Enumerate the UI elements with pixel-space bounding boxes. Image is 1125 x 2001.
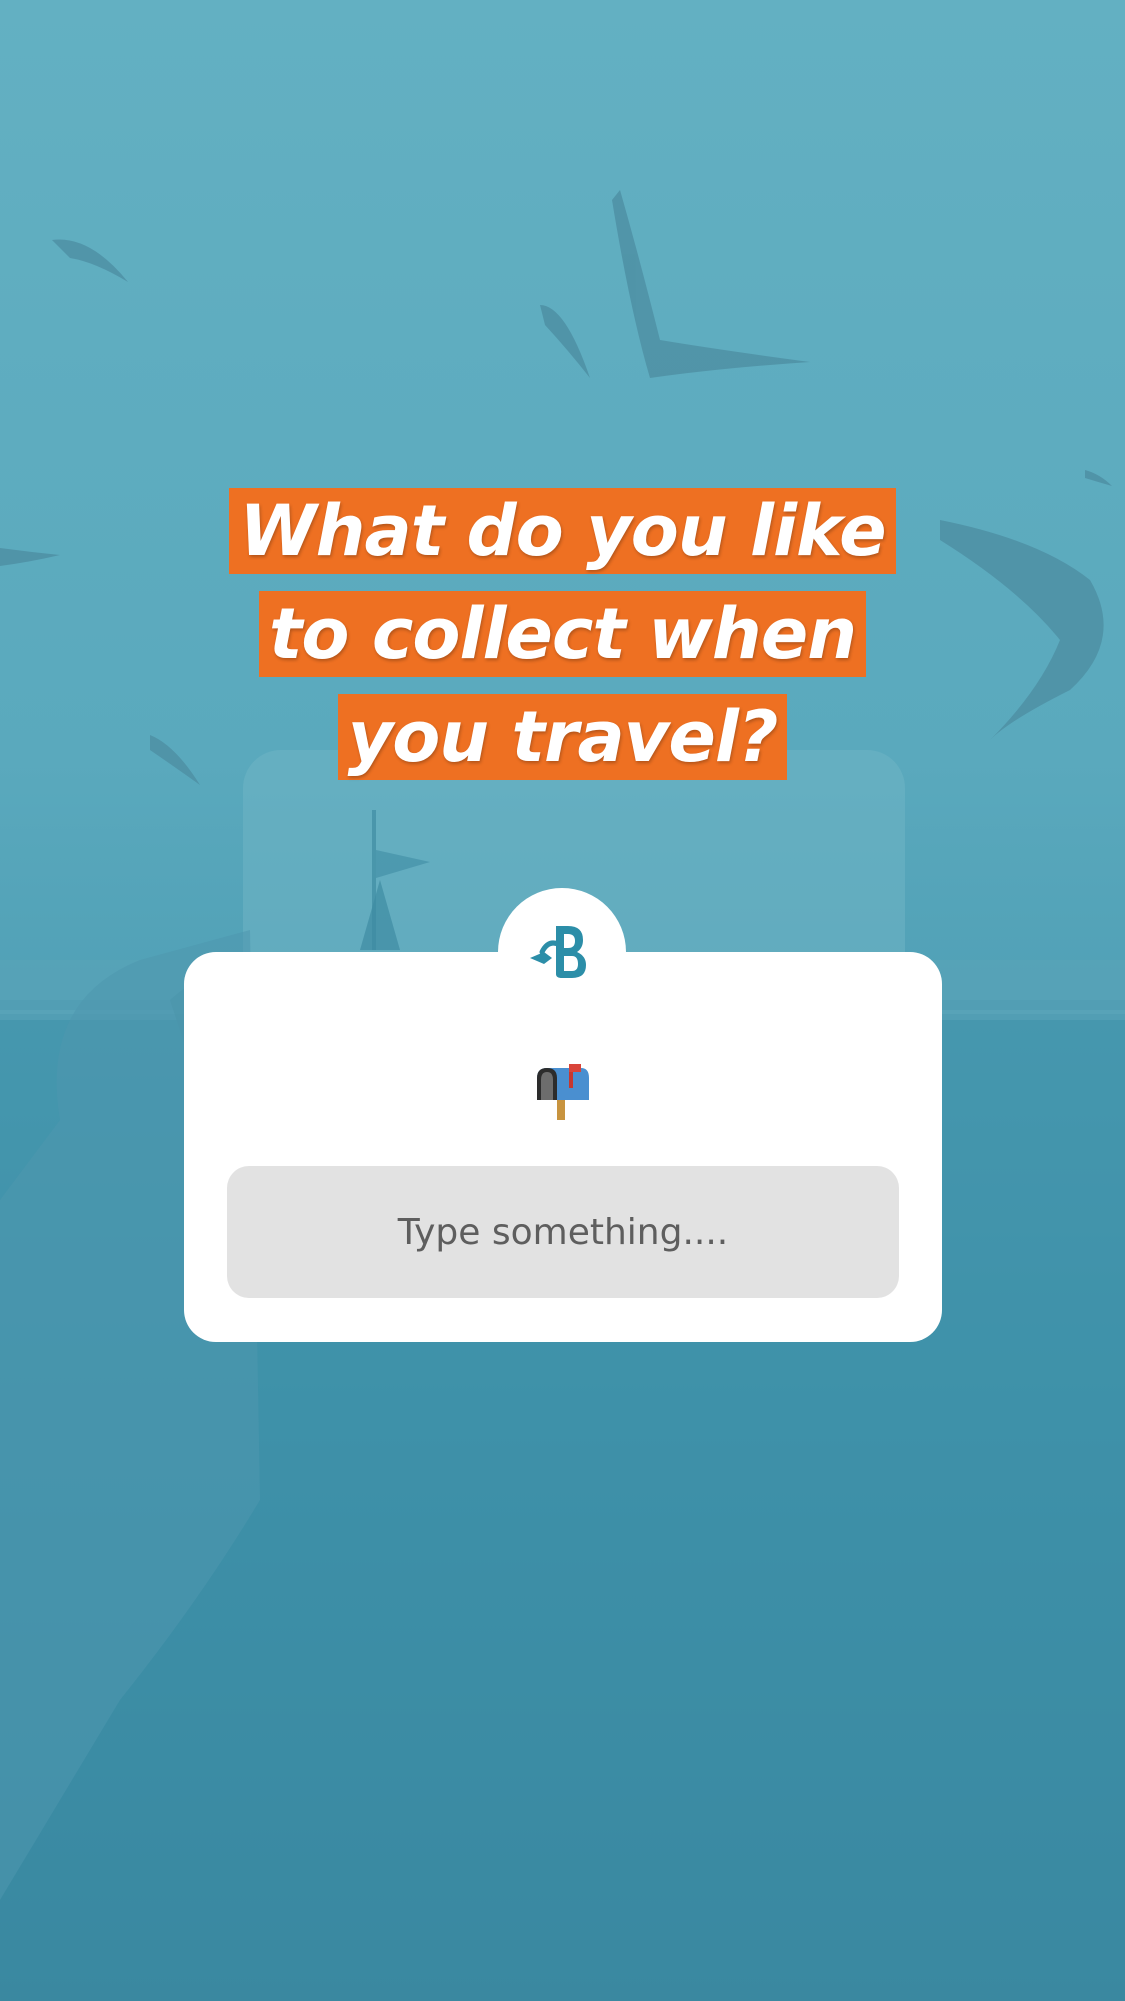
story-screen: What do you like to collect when you tra… xyxy=(0,0,1125,2001)
question-line-text: you travel? xyxy=(337,694,788,780)
response-input[interactable] xyxy=(227,1166,899,1298)
brand-badge xyxy=(498,888,626,1016)
question-line: What do you like xyxy=(0,488,1125,591)
question-line-text: to collect when xyxy=(258,591,867,677)
question-line: to collect when xyxy=(0,591,1125,694)
question-text: What do you like to collect when you tra… xyxy=(0,488,1125,797)
question-line-text: What do you like xyxy=(229,488,896,574)
brand-logo-b-icon xyxy=(530,926,586,978)
mailbox-with-raised-flag-icon xyxy=(537,1064,589,1120)
question-line: you travel? xyxy=(0,694,1125,797)
